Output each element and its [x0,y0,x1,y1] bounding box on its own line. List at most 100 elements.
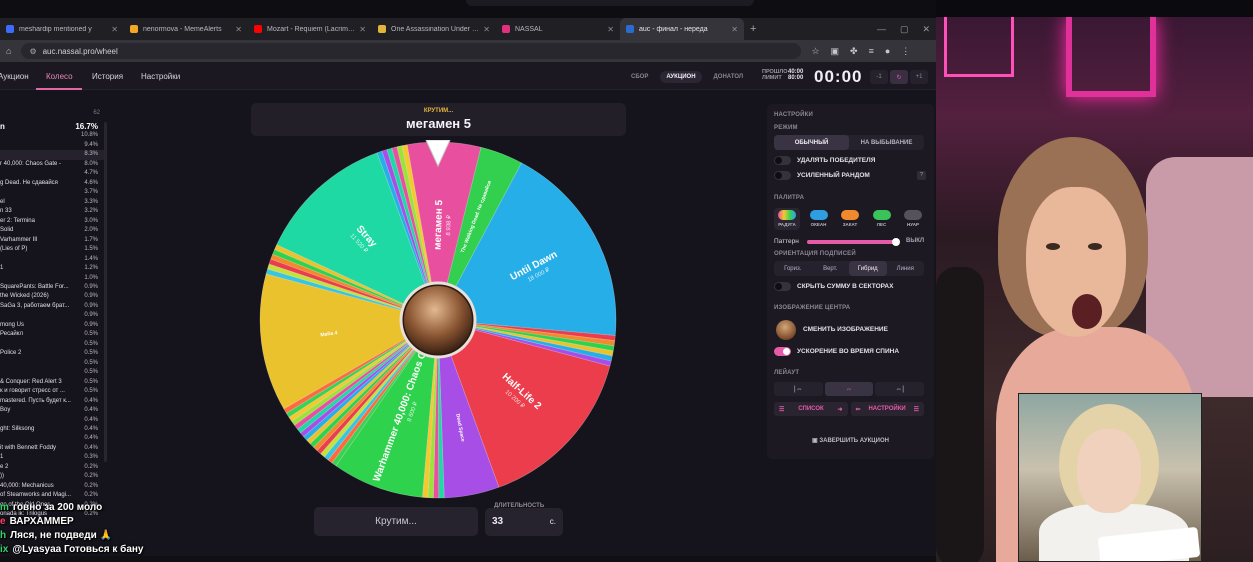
media-icon[interactable]: ≡ [869,46,874,57]
lot-list-scrollbar[interactable] [104,122,107,462]
nav-tab[interactable]: Колесо [46,72,73,81]
pattern-slider[interactable] [807,238,900,246]
lot-row[interactable]: 1.0% [0,274,104,283]
lot-row[interactable]: 1.4% [0,255,104,264]
lot-row[interactable]: ght: Silksong 0.4% [0,425,104,434]
lot-row[interactable]: 8.3% [0,150,104,160]
slider-knob[interactable] [892,238,900,246]
tab-close-icon[interactable]: ✕ [359,25,366,34]
change-image-button[interactable]: СМЕНИТЬ ИЗОБРАЖЕНИЕ [803,326,888,333]
lot-row[interactable]: er 2: Termina 3.0% [0,217,104,226]
lot-row[interactable]: g Dead. Не сдавайся 4.6% [0,179,104,188]
lot-row[interactable]: 0.5% [0,359,104,368]
maximize-icon[interactable]: ▢ [900,24,909,35]
orient-vertical-button[interactable]: Верт. [812,261,850,276]
browser-tab[interactable]: One Assassination Under God ✕ [372,18,496,40]
tab-close-icon[interactable]: ✕ [111,25,118,34]
lot-row[interactable]: 1 0.3% [0,453,104,462]
lot-row[interactable]: 0.5% [0,368,104,377]
mode-tab[interactable]: ДОНАТОЛ [708,71,750,83]
home-icon[interactable]: ⌂ [6,46,11,56]
lot-row[interactable]: 0.9% [0,311,104,320]
nav-tab[interactable]: История [92,72,123,81]
tab-close-icon[interactable]: ✕ [483,25,490,34]
orient-hybrid-button[interactable]: Гибрид [849,261,887,276]
mode-tab[interactable]: СБОР [625,71,654,83]
lot-row[interactable]: n 16.7% [0,122,104,131]
layout-center-button[interactable]: ⇔ [824,382,874,396]
remove-winner-toggle[interactable] [774,156,791,165]
browser-tab[interactable]: Mozart - Requiem (Lacrimosa) ✕ [248,18,372,40]
extension-icon[interactable]: ▣ [831,46,840,57]
list-button[interactable]: ☰ СПИСОК ➜ [774,402,848,416]
lot-row[interactable]: SquarePants: Battle For... 0.9% [0,283,104,292]
bookmark-star-icon[interactable]: ☆ [811,46,819,57]
puzzle-icon[interactable]: ✤ [850,46,858,57]
lot-row[interactable]: it with Bennett Foddy 0.4% [0,444,104,453]
browser-tab[interactable]: NASSAL ✕ [496,18,620,40]
lot-row[interactable]: the Wicked (2026) 0.9% [0,292,104,301]
lot-row[interactable]: 9.4% [0,141,104,150]
mode-elimination-button[interactable]: НА ВЫБЫВАНИЕ [849,135,924,150]
tab-close-icon[interactable]: ✕ [607,25,614,34]
menu-icon[interactable]: ⋮ [901,46,910,57]
lot-row[interactable]: SaGa 3, работаем брат... 0.9% [0,302,104,311]
palette-option[interactable]: НУАР [900,208,926,230]
lot-row[interactable]: 3.7% [0,188,104,197]
lot-row[interactable]: 10.8% [0,131,104,140]
layout-left-button[interactable]: |⇔ [774,382,823,396]
palette-option[interactable]: ОКЕАН [806,208,832,230]
orient-line-button[interactable]: Линия [887,261,925,276]
lot-row[interactable]: Ресайкл 0.5% [0,330,104,339]
settings-toggle-button[interactable]: ⇐ НАСТРОЙКИ ☰ [850,402,924,416]
layout-right-button[interactable]: ⇔| [875,382,925,396]
new-tab-icon[interactable]: + [750,23,756,35]
nav-tab[interactable]: Настройки [141,72,180,81]
mode-normal-button[interactable]: ОБЫЧНЫЙ [774,135,849,150]
lot-row[interactable]: & Conquer: Red Alert 3 0.5% [0,378,104,387]
lot-row[interactable]: Boy 0.4% [0,406,104,415]
finish-auction-button[interactable]: ▣ ЗАВЕРШИТЬ АУКЦИОН [767,437,934,444]
lot-row[interactable]: el 3.3% [0,198,104,207]
palette-option[interactable]: РАДУГА [774,208,800,230]
lot-row[interactable]: mastered. Пусть будет к... 0.4% [0,397,104,406]
tab-close-icon[interactable]: ✕ [235,25,242,34]
browser-tab[interactable]: meshardip mentioned y ✕ [0,18,124,40]
help-icon[interactable]: ? [917,171,926,180]
lot-row[interactable]: 1 1.2% [0,264,104,273]
lot-row[interactable]: 0.4% [0,434,104,443]
lot-row[interactable]: Solid 2.0% [0,226,104,235]
browser-tab[interactable]: nenormova - MemeAlerts ✕ [124,18,248,40]
tab-close-icon[interactable]: ✕ [731,25,738,34]
lot-row[interactable]: (Lies of P) 1.5% [0,245,104,254]
profile-icon[interactable]: ● [885,46,890,57]
nav-tab[interactable]: Аукцион [0,72,29,81]
lot-row[interactable]: 40,000: Mechanicus 0.2% [0,482,104,491]
speedup-toggle[interactable] [774,347,791,356]
url-field[interactable]: ⚙ auc.nassal.pro/wheel [21,43,802,59]
lot-row[interactable]: к и говорит стресс от ... 0.5% [0,387,104,396]
lot-row[interactable]: n 33 3.2% [0,207,104,216]
lot-row[interactable]: Police 2 0.5% [0,349,104,358]
timer-reset-button[interactable]: ↻ [890,70,908,84]
orient-horizontal-button[interactable]: Гориз. [774,261,812,276]
site-info-icon[interactable]: ⚙ [29,47,36,56]
hide-sums-toggle[interactable] [774,282,791,291]
lot-row[interactable]: mong Us 0.9% [0,321,104,330]
timer-minus-button[interactable]: -1 [870,70,888,84]
lot-row[interactable]: r 40,000: Chaos Gate - 8.0% [0,160,104,169]
palette-option[interactable]: ЛЕС [869,208,895,230]
boosted-random-toggle[interactable] [774,171,791,180]
mode-tab[interactable]: АУКЦИОН [660,70,702,83]
close-window-icon[interactable]: ✕ [922,24,930,35]
minimize-icon[interactable]: — [877,24,886,34]
palette-option[interactable]: ЗАКАТ [837,208,863,230]
lot-row[interactable]: )) 0.2% [0,472,104,481]
lot-row[interactable]: e 2 0.2% [0,463,104,472]
lot-row[interactable]: 4.7% [0,169,104,178]
lot-row[interactable]: Varhammer III 1.7% [0,236,104,245]
browser-tab[interactable]: auc - финал - нереда ✕ [620,18,744,40]
duration-field[interactable]: 33 с. [485,508,563,536]
timer-plus-button[interactable]: +1 [910,70,928,84]
lot-row[interactable]: of Steamworks and Magi... 0.2% [0,491,104,500]
